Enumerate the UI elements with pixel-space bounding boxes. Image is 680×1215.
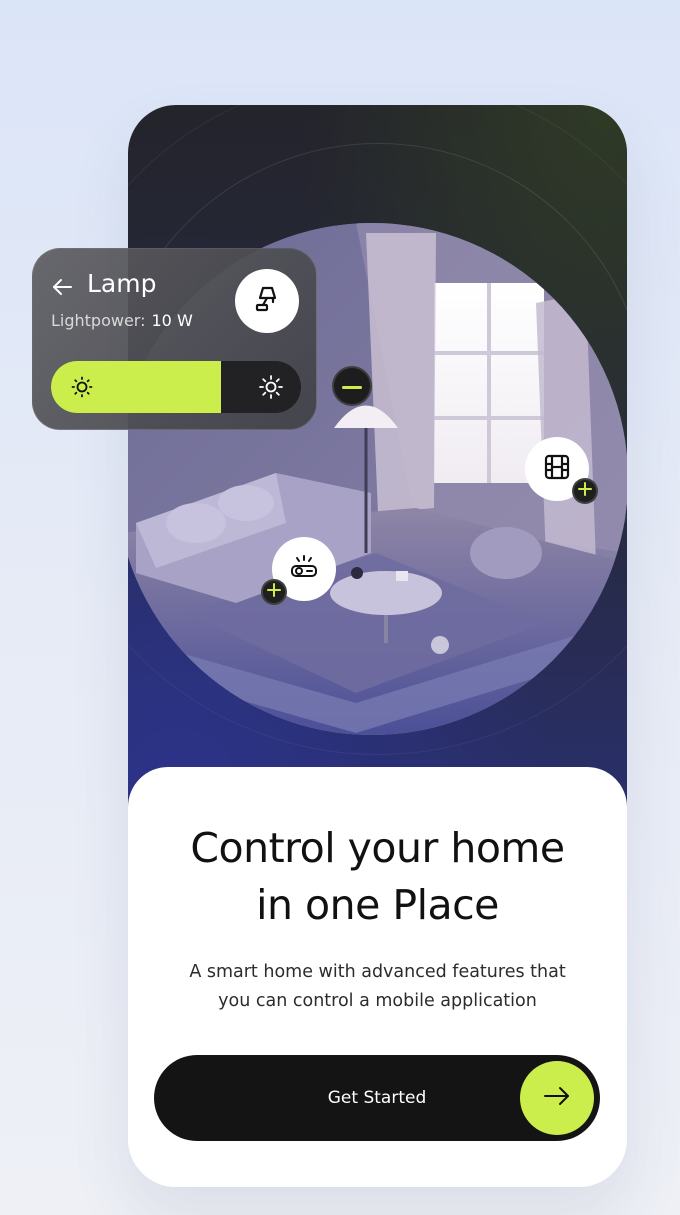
arrow-left-icon (51, 279, 73, 302)
minus-icon (342, 377, 362, 395)
lamp-device-button[interactable] (235, 269, 299, 333)
lightpower-value: 10 W (151, 311, 193, 330)
plus-icon (267, 582, 281, 602)
lamp-control-card: Lamp Lightpower: 10 W (32, 248, 317, 430)
page-title: Control your home in one Place (128, 820, 627, 934)
brightness-slider[interactable] (51, 361, 301, 413)
add-projector-button[interactable] (261, 579, 287, 605)
page-subtitle-line2: you can control a mobile application (218, 991, 537, 1011)
remove-lamp-button[interactable] (332, 366, 372, 406)
lightpower-readout: Lightpower: 10 W (51, 311, 193, 330)
add-media-button[interactable] (572, 478, 598, 504)
page-title-line2: in one Place (256, 881, 499, 929)
device-title: Lamp (87, 269, 157, 298)
get-started-arrow-button[interactable] (520, 1061, 594, 1135)
sun-high-icon (259, 375, 283, 399)
lamp-icon (253, 285, 281, 318)
page-subtitle-line1: A smart home with advanced features that (189, 962, 566, 982)
get-started-button[interactable]: Get Started (154, 1055, 600, 1141)
film-icon (543, 453, 571, 486)
plus-icon (578, 481, 592, 501)
arrow-right-icon (542, 1085, 572, 1112)
projector-icon (289, 552, 319, 587)
page-subtitle: A smart home with advanced features that… (158, 958, 597, 1016)
back-button[interactable] (51, 276, 73, 298)
page-title-line1: Control your home (190, 824, 565, 872)
lightpower-label: Lightpower: (51, 311, 146, 330)
sun-low-icon (71, 376, 93, 398)
hero-section (128, 105, 627, 825)
